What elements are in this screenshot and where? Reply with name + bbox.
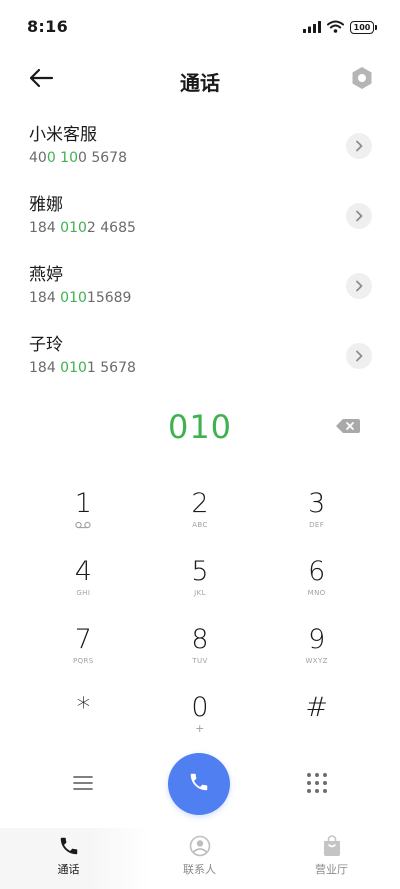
menu-icon bbox=[73, 775, 93, 795]
tab-calls[interactable]: 通话 bbox=[2, 828, 135, 889]
settings-hexagon-icon bbox=[351, 66, 373, 94]
contact-name: 小米客服 bbox=[29, 125, 97, 145]
voicemail-icon bbox=[75, 520, 91, 530]
key-9[interactable]: 9 WXYZ bbox=[258, 613, 375, 681]
dialpad-icon bbox=[306, 772, 328, 798]
tab-bar: 通话 联系人 营业厅 bbox=[0, 828, 400, 889]
contact-detail-button[interactable] bbox=[346, 133, 372, 159]
tab-business-hall[interactable]: 营业厅 bbox=[265, 828, 398, 889]
contact-number: 184 01015689 bbox=[29, 290, 132, 306]
tab-label: 联系人 bbox=[183, 863, 216, 876]
tab-label: 通话 bbox=[57, 863, 80, 876]
contact-name: 雅娜 bbox=[29, 195, 63, 215]
shopping-bag-icon bbox=[322, 835, 342, 857]
contact-list: 小米客服 400 100 5678 雅娜 184 0102 4685 燕婷 18… bbox=[0, 116, 400, 396]
key-4[interactable]: 4 GHI bbox=[25, 545, 142, 613]
contact-name: 子玲 bbox=[29, 335, 63, 355]
chevron-right-icon bbox=[354, 277, 364, 296]
chevron-right-icon bbox=[354, 137, 364, 156]
match-highlight: 010 bbox=[60, 220, 87, 236]
contact-item[interactable]: 小米客服 400 100 5678 bbox=[0, 116, 400, 186]
status-bar: 8:16 100 bbox=[0, 0, 400, 52]
contact-item[interactable]: 雅娜 184 0102 4685 bbox=[0, 186, 400, 256]
match-highlight: 010 bbox=[60, 360, 87, 376]
match-highlight: 0 10 bbox=[46, 150, 78, 166]
key-1[interactable]: 1 bbox=[25, 477, 142, 545]
key-8[interactable]: 8 TUV bbox=[142, 613, 259, 681]
backspace-button[interactable] bbox=[334, 418, 362, 438]
phone-icon bbox=[58, 835, 80, 857]
key-2[interactable]: 2 ABC bbox=[142, 477, 259, 545]
key-0[interactable]: 0 + bbox=[142, 681, 259, 749]
phone-icon bbox=[188, 771, 210, 797]
keypad: 1 2 ABC 3 DEF 4 GHI 5 JKL 6 MNO 7 PQRS 8… bbox=[25, 477, 375, 749]
call-button[interactable] bbox=[168, 753, 230, 815]
contact-number: 184 0101 5678 bbox=[29, 360, 136, 376]
status-time: 8:16 bbox=[27, 17, 68, 36]
contact-name: 燕婷 bbox=[29, 265, 63, 285]
contact-number: 400 100 5678 bbox=[29, 150, 127, 166]
tab-contacts[interactable]: 联系人 bbox=[133, 828, 266, 889]
contact-detail-button[interactable] bbox=[346, 203, 372, 229]
menu-button[interactable] bbox=[70, 772, 96, 798]
battery-icon: 100 bbox=[350, 21, 377, 34]
dial-display: 010 bbox=[0, 404, 400, 454]
key-6[interactable]: 6 MNO bbox=[258, 545, 375, 613]
signal-icon bbox=[303, 18, 321, 37]
key-star[interactable]: * bbox=[25, 681, 142, 749]
action-bar bbox=[0, 752, 400, 818]
match-highlight: 010 bbox=[60, 290, 87, 306]
contact-item[interactable]: 燕婷 184 01015689 bbox=[0, 256, 400, 326]
backspace-icon bbox=[335, 418, 361, 438]
dialpad-toggle-button[interactable] bbox=[303, 771, 331, 799]
key-hash[interactable]: # bbox=[258, 681, 375, 749]
tab-label: 营业厅 bbox=[315, 863, 348, 876]
key-3[interactable]: 3 DEF bbox=[258, 477, 375, 545]
header: 通话 bbox=[0, 58, 400, 102]
page-title: 通话 bbox=[180, 71, 220, 95]
contact-number: 184 0102 4685 bbox=[29, 220, 136, 236]
status-icons: 100 bbox=[303, 18, 377, 37]
key-7[interactable]: 7 PQRS bbox=[25, 613, 142, 681]
contact-item[interactable]: 子玲 184 0101 5678 bbox=[0, 326, 400, 396]
chevron-right-icon bbox=[354, 347, 364, 366]
settings-button[interactable] bbox=[348, 66, 376, 94]
key-5[interactable]: 5 JKL bbox=[142, 545, 259, 613]
contact-icon bbox=[189, 835, 211, 857]
wifi-icon bbox=[327, 18, 344, 37]
contact-detail-button[interactable] bbox=[346, 273, 372, 299]
contact-detail-button[interactable] bbox=[346, 343, 372, 369]
chevron-right-icon bbox=[354, 207, 364, 226]
